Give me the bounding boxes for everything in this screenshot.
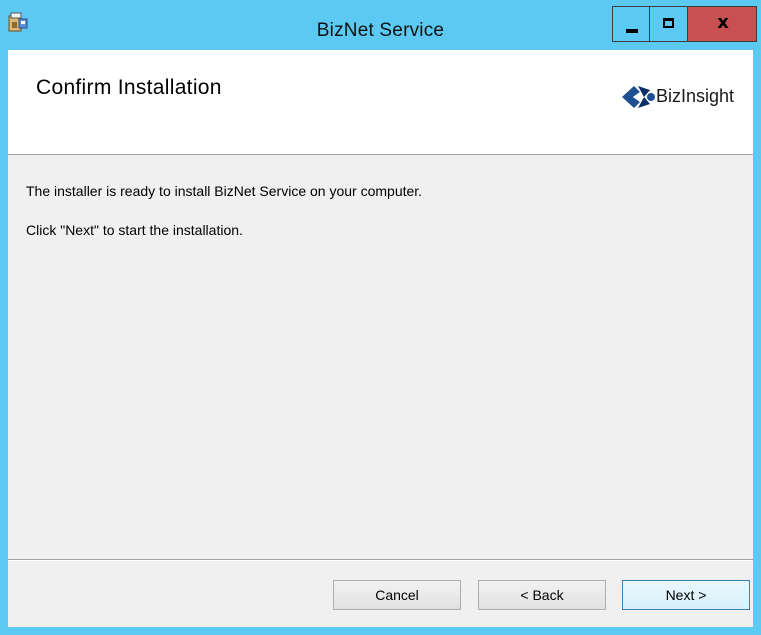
maximize-button[interactable]	[649, 6, 688, 42]
instruction-message: Click "Next" to start the installation.	[26, 222, 243, 238]
footer-divider	[8, 559, 753, 561]
cancel-button[interactable]: Cancel	[333, 580, 461, 610]
dialog-header: Confirm Installation BizInsight	[8, 50, 753, 155]
installer-window: BizNet Service x Confirm Installation Bi…	[0, 0, 761, 635]
logo-text: BizInsight	[656, 86, 735, 106]
next-button[interactable]: Next >	[622, 580, 750, 610]
page-title: Confirm Installation	[36, 76, 222, 99]
close-button[interactable]: x	[687, 6, 757, 42]
title-bar[interactable]: BizNet Service x	[0, 0, 761, 50]
close-icon: x	[717, 12, 729, 33]
minimize-icon	[626, 29, 638, 33]
minimize-button[interactable]	[612, 6, 650, 42]
back-button[interactable]: < Back	[478, 580, 606, 610]
ready-message: The installer is ready to install BizNet…	[26, 183, 423, 199]
maximize-icon	[663, 18, 674, 28]
bizinsight-logo-icon	[622, 86, 655, 108]
dialog-client-area: Confirm Installation BizInsight The inst…	[8, 50, 753, 627]
bizinsight-logo: BizInsight	[620, 82, 753, 112]
